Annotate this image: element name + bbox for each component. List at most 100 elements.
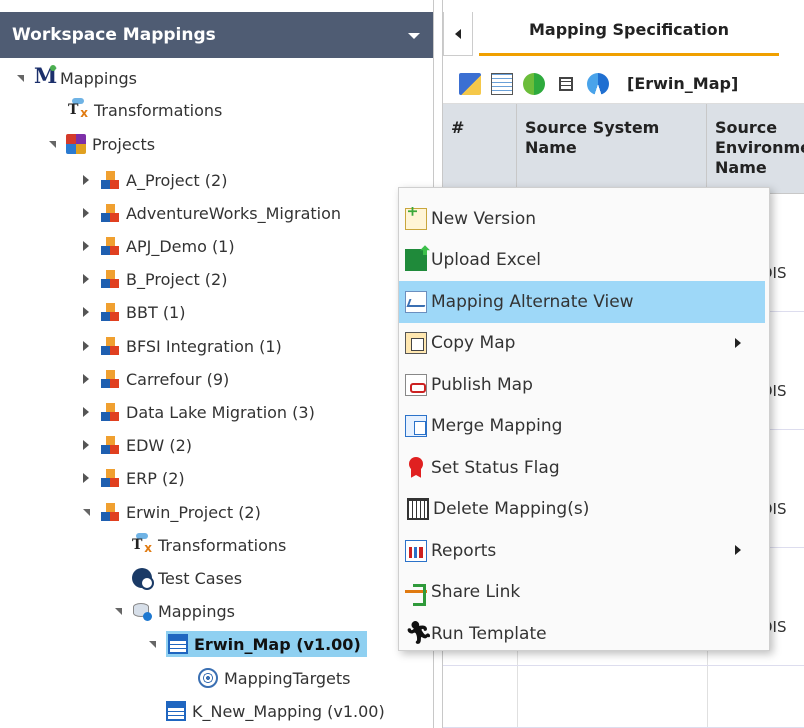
grid-header: # Source System Name Source Environment … [443, 104, 804, 194]
list-icon[interactable] [559, 76, 573, 91]
tree-node-erwin-map-selected[interactable]: Erwin_Map (v1.00) [146, 630, 367, 658]
expand-toggle-icon[interactable] [80, 506, 92, 518]
expand-toggle-icon[interactable] [80, 174, 92, 186]
menu-item-run-template[interactable]: 🏃︎ Run Template [399, 613, 769, 655]
menu-item-share-link[interactable]: Share Link [399, 572, 769, 614]
tree-node-project[interactable]: EDW (2) [80, 431, 192, 459]
document-icon[interactable] [491, 72, 513, 95]
tree-node-label: Erwin_Project (2) [126, 502, 261, 522]
menu-item-delete-mappings[interactable]: Delete Mapping(s) [399, 489, 769, 531]
tree-node-project[interactable]: APJ_Demo (1) [80, 232, 235, 260]
column-header-source-system[interactable]: Source System Name [517, 104, 707, 194]
tab-mapping-specification[interactable]: Mapping Specification [479, 10, 779, 56]
menu-item-new-version[interactable]: New Version [399, 198, 769, 240]
expand-toggle-icon[interactable] [46, 138, 58, 150]
expand-toggle-icon[interactable] [112, 605, 124, 617]
panel-title: Workspace Mappings [12, 25, 216, 45]
publish-map-icon [405, 373, 427, 396]
submenu-arrow-icon [735, 545, 741, 555]
expand-toggle-icon[interactable] [80, 306, 92, 318]
project-icon [100, 269, 120, 289]
expand-toggle-icon[interactable] [80, 207, 92, 219]
mapping-table-icon [166, 701, 186, 721]
expand-toggle-icon[interactable] [80, 439, 92, 451]
menu-item-label: New Version [431, 208, 536, 229]
menu-item-merge-mapping[interactable]: Merge Mapping [399, 406, 769, 448]
tab-scroll-left-button[interactable] [443, 12, 473, 56]
menu-item-upload-excel[interactable]: Upload Excel [399, 240, 769, 282]
menu-item-label: Delete Mapping(s) [433, 499, 590, 520]
tree-node-label: BBT (1) [126, 302, 186, 322]
expand-toggle-icon[interactable] [80, 240, 92, 252]
expand-toggle-icon[interactable] [80, 373, 92, 385]
menu-item-set-status-flag[interactable]: Set Status Flag [399, 447, 769, 489]
menu-item-label: Reports [431, 540, 497, 561]
new-version-icon [405, 207, 427, 230]
tree-node-mapping-targets[interactable]: MappingTargets [198, 664, 351, 692]
sync-icon[interactable] [523, 72, 545, 95]
tree-node-label: EDW (2) [126, 435, 192, 455]
expand-toggle-icon[interactable] [80, 472, 92, 484]
column-header-number[interactable]: # [443, 104, 517, 194]
tree-node-label: Mappings [60, 68, 137, 88]
expand-toggle-icon[interactable] [146, 638, 158, 650]
selected-tree-node[interactable]: Erwin_Map (v1.00) [166, 631, 367, 657]
menu-item-label: Publish Map [431, 374, 533, 395]
expand-toggle-icon[interactable] [14, 72, 26, 84]
tree-node-label: Carrefour (9) [126, 369, 230, 389]
tree-node-k-new-mapping[interactable]: K_New_Mapping (v1.00) [166, 697, 385, 725]
refresh-icon[interactable] [587, 72, 609, 95]
tree-node-project[interactable]: A_Project (2) [80, 166, 227, 194]
tree-node-mappings-root[interactable]: M Mappings [14, 64, 137, 92]
menu-item-label: Share Link [431, 582, 521, 603]
excel-upload-icon [405, 249, 427, 272]
column-header-label: Source Environment Name [715, 118, 804, 177]
tree-node-project[interactable]: B_Project (2) [80, 265, 227, 293]
project-icon [100, 502, 120, 522]
tree-node-project[interactable]: Carrefour (9) [80, 365, 229, 393]
tree-node-label: Transformations [94, 100, 223, 120]
project-icon [100, 302, 120, 322]
tree-node-mappings-folder[interactable]: Mappings [112, 597, 235, 625]
menu-item-copy-map[interactable]: Copy Map [399, 323, 769, 365]
tree-node-transformations[interactable]: Tx Transformations [68, 96, 222, 124]
reports-icon [405, 539, 427, 562]
tree-node-label: ERP (2) [126, 468, 185, 488]
menu-item-publish-map[interactable]: Publish Map [399, 364, 769, 406]
tree-node-project[interactable]: BFSI Integration (1) [80, 332, 282, 360]
edit-icon[interactable] [459, 72, 481, 95]
tree-node-projects[interactable]: Projects [46, 130, 155, 158]
expand-toggle-icon[interactable] [80, 406, 92, 418]
tree-node-project[interactable]: AdventureWorks_Migration [80, 199, 341, 227]
share-link-icon [405, 581, 427, 607]
tree-node-label: Test Cases [158, 568, 243, 588]
submenu-arrow-icon [735, 337, 741, 348]
menu-item-reports[interactable]: Reports [399, 530, 769, 572]
tree-node-project[interactable]: BBT (1) [80, 298, 185, 326]
top-strip [0, 0, 433, 12]
tree-node-label: Projects [92, 134, 156, 154]
project-icon [100, 236, 120, 256]
table-row[interactable] [443, 666, 804, 728]
project-icon [100, 336, 120, 356]
column-header-label: Source System Name [525, 118, 660, 157]
expand-toggle-icon[interactable] [80, 340, 92, 352]
panel-header[interactable]: Workspace Mappings [0, 12, 433, 58]
chevron-down-icon[interactable] [408, 33, 420, 39]
tree-node-test-cases[interactable]: Test Cases [132, 564, 242, 592]
expand-toggle-icon[interactable] [80, 273, 92, 285]
menu-item-label: Merge Mapping [431, 416, 563, 437]
copy-map-icon [405, 332, 427, 355]
tree-node-transformations[interactable]: Tx Transformations [132, 531, 286, 559]
tree-node-project-erwin[interactable]: Erwin_Project (2) [80, 498, 261, 526]
tree-node-label: K_New_Mapping (v1.00) [192, 701, 385, 721]
column-header-source-environment[interactable]: Source Environment Name [707, 104, 804, 194]
current-map-name: [Erwin_Map] [627, 74, 739, 93]
menu-item-label: Set Status Flag [431, 457, 560, 478]
tree-node-project[interactable]: Data Lake Migration (3) [80, 398, 315, 426]
tree-node-project[interactable]: ERP (2) [80, 464, 185, 492]
tree-node-label: AdventureWorks_Migration [126, 203, 342, 223]
menu-item-mapping-alternate-view[interactable]: Mapping Alternate View [399, 281, 765, 323]
tree-node-label: BFSI Integration (1) [126, 336, 282, 356]
alternate-view-icon [405, 290, 427, 313]
